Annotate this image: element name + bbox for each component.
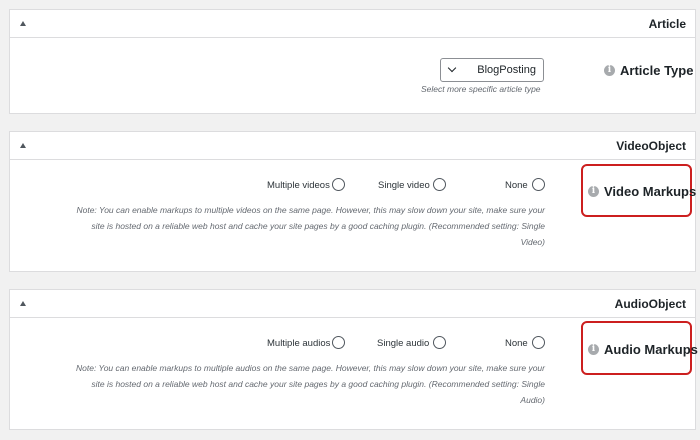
video-object-panel: VideoObject Multiple videos Single video… (9, 131, 696, 272)
video-markups-label: i Video Markups (588, 184, 696, 199)
select-value: BlogPosting (477, 64, 536, 76)
radio-none[interactable] (532, 178, 545, 191)
chevron-down-icon (447, 63, 457, 73)
video-markups-note: Note: You can enable markups to multiple… (25, 202, 545, 250)
note-line: Note: You can enable markups to multiple… (75, 363, 545, 373)
article-type-help-text: Select more specific article type (421, 84, 541, 94)
info-icon[interactable]: i (588, 186, 599, 197)
radio-label-multiple-audios: Multiple audios (267, 338, 331, 349)
collapse-triangle-icon[interactable] (20, 143, 26, 148)
panel-title: Article (648, 17, 686, 31)
radio-none[interactable] (532, 336, 545, 349)
radio-multiple-videos[interactable] (332, 178, 345, 191)
note-line: Video) (520, 237, 545, 247)
article-panel: Article BlogPosting Select more specific… (9, 9, 696, 114)
article-panel-header[interactable]: Article (10, 10, 695, 38)
note-line: site is hosted on a reliable web host an… (91, 221, 545, 231)
panel-title: VideoObject (616, 139, 686, 153)
audio-object-panel: AudioObject Multiple audios Single audio… (9, 289, 698, 430)
radio-label-multiple-videos: Multiple videos (267, 180, 330, 191)
radio-label-none: None (505, 180, 528, 191)
radio-single-video[interactable] (433, 178, 446, 191)
radio-label-none: None (505, 338, 528, 349)
radio-label-single-video: Single video (378, 180, 430, 191)
article-type-label: i Article Type (604, 63, 693, 78)
audio-markups-note: Note: You can enable markups to multiple… (25, 360, 545, 408)
note-line: Note: You can enable markups to multiple… (76, 205, 545, 215)
setting-label-text: Audio Markups (604, 342, 698, 357)
video-panel-header[interactable]: VideoObject (10, 132, 695, 160)
article-type-select[interactable]: BlogPosting (440, 58, 544, 82)
radio-multiple-audios[interactable] (332, 336, 345, 349)
info-icon[interactable]: i (604, 65, 615, 76)
collapse-triangle-icon[interactable] (20, 301, 26, 306)
note-line: site is hosted on a reliable web host an… (91, 379, 545, 389)
audio-markups-label: i Audio Markups (588, 342, 698, 357)
note-line: Audio) (520, 395, 545, 405)
audio-panel-header[interactable]: AudioObject (10, 290, 695, 318)
setting-label-text: Video Markups (604, 184, 697, 199)
radio-single-audio[interactable] (433, 336, 446, 349)
info-icon[interactable]: i (588, 344, 599, 355)
panel-title: AudioObject (614, 297, 686, 311)
collapse-triangle-icon[interactable] (20, 21, 26, 26)
setting-label-text: Article Type (620, 63, 694, 78)
radio-label-single-audio: Single audio (377, 338, 430, 349)
